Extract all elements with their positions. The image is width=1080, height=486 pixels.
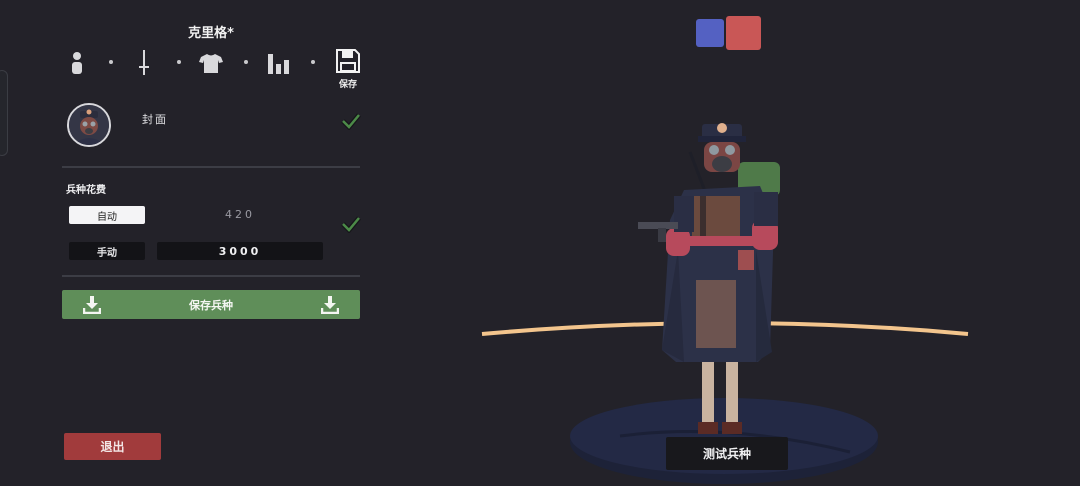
auto-cost-button[interactable]: 自动 xyxy=(69,206,145,224)
team-red-button[interactable] xyxy=(726,16,761,50)
floppy-disk-icon xyxy=(336,49,360,73)
shirt-icon xyxy=(199,54,223,73)
cover-avatar[interactable] xyxy=(67,103,111,147)
section-divider xyxy=(62,166,360,168)
side-panel-handle[interactable] xyxy=(0,70,8,156)
section-divider xyxy=(62,275,360,277)
download-icon xyxy=(321,296,339,314)
download-icon xyxy=(83,296,101,314)
tab-body[interactable] xyxy=(62,48,92,78)
tab-separator xyxy=(177,60,181,64)
unit-name-title: 克里格* xyxy=(188,26,234,41)
exit-button[interactable]: 退出 xyxy=(64,433,161,460)
check-icon xyxy=(341,113,361,130)
manual-cost-input[interactable] xyxy=(157,242,323,260)
manual-cost-button[interactable]: 手动 xyxy=(69,242,145,260)
team-blue-button[interactable] xyxy=(696,19,724,47)
auto-cost-value: 420 xyxy=(225,208,255,221)
save-unit-label: 保存兵种 xyxy=(189,298,233,312)
tab-clothing[interactable] xyxy=(196,48,226,78)
test-unit-button[interactable]: 测试兵种 xyxy=(666,437,788,470)
tab-separator xyxy=(311,60,315,64)
save-tab-label: 保存 xyxy=(338,80,357,90)
save-unit-button[interactable]: 保存兵种 xyxy=(62,290,360,319)
unit-cost-label: 兵种花费 xyxy=(66,185,106,196)
tab-save[interactable] xyxy=(333,46,363,76)
tab-separator xyxy=(244,60,248,64)
sword-icon xyxy=(139,50,149,75)
cover-label: 封面 xyxy=(142,113,168,126)
tab-stats[interactable] xyxy=(264,48,294,78)
tab-weapon[interactable] xyxy=(129,48,159,78)
person-icon xyxy=(72,52,82,74)
bar-chart-icon xyxy=(268,54,289,74)
unit-preview-scene[interactable] xyxy=(470,100,990,486)
tab-separator xyxy=(109,60,113,64)
check-icon xyxy=(341,216,361,233)
